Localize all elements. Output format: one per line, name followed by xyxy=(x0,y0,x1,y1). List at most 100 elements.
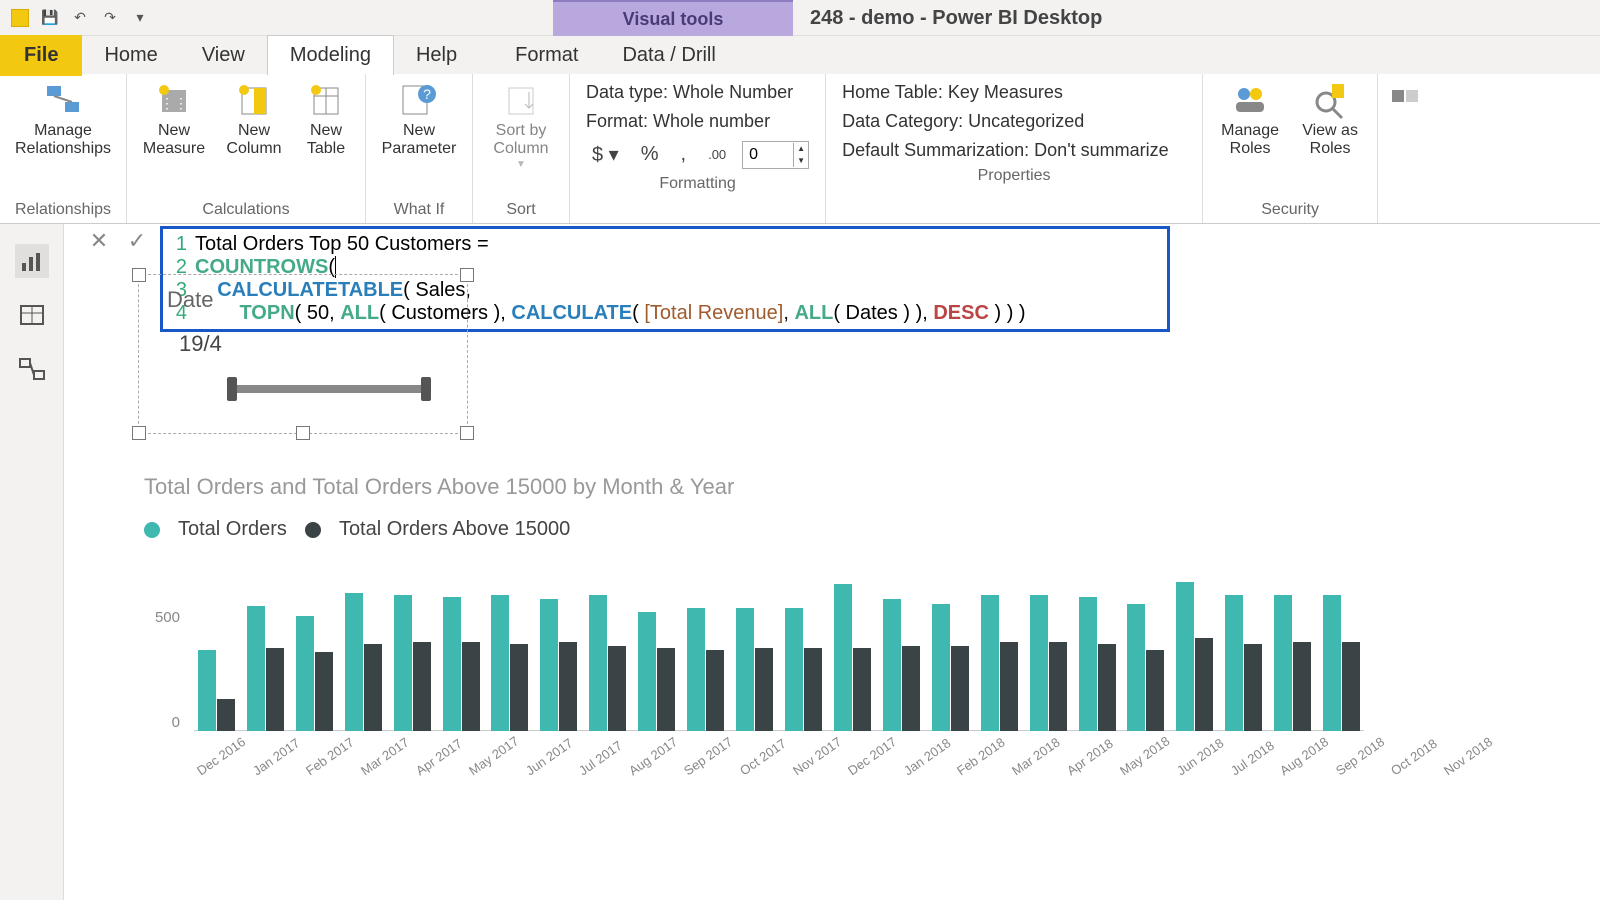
default-summarization-dropdown[interactable]: Default Summarization: Don't summarize xyxy=(842,140,1186,161)
contextual-tab-visual-tools[interactable]: Visual tools xyxy=(553,0,793,36)
bar-group[interactable] xyxy=(928,604,973,732)
resize-handle[interactable] xyxy=(460,426,474,440)
bar-series-1[interactable] xyxy=(638,612,656,731)
tab-help[interactable]: Help xyxy=(394,36,479,75)
redo-button[interactable]: ↷ xyxy=(98,6,122,30)
bar-group[interactable] xyxy=(585,595,630,731)
decimals-up[interactable]: ▲ xyxy=(793,143,808,155)
tab-home[interactable]: Home xyxy=(82,36,179,75)
bar-series-1[interactable] xyxy=(589,595,607,731)
new-table-button[interactable]: New Table xyxy=(295,78,357,161)
bar-chart-visual[interactable]: Total Orders and Total Orders Above 1500… xyxy=(144,474,1364,761)
data-view-button[interactable] xyxy=(15,298,49,332)
new-measure-button[interactable]: ⋮⋮ New Measure xyxy=(135,78,213,161)
bar-series-2[interactable] xyxy=(413,642,431,731)
bar-group[interactable] xyxy=(634,612,679,731)
bar-series-1[interactable] xyxy=(981,595,999,731)
bar-series-1[interactable] xyxy=(834,584,852,731)
bar-series-1[interactable] xyxy=(1225,595,1243,731)
bar-group[interactable] xyxy=(194,650,239,731)
bar-series-2[interactable] xyxy=(462,642,480,731)
qat-dropdown[interactable]: ▾ xyxy=(128,6,152,30)
bar-group[interactable] xyxy=(292,616,337,731)
resize-handle[interactable] xyxy=(132,426,146,440)
new-parameter-button[interactable]: ? New Parameter xyxy=(374,78,464,161)
bar-group[interactable] xyxy=(439,597,484,731)
bar-series-2[interactable] xyxy=(559,642,577,731)
slider-handle-start[interactable] xyxy=(227,377,237,401)
bar-series-2[interactable] xyxy=(266,648,284,731)
bar-series-1[interactable] xyxy=(296,616,314,731)
bar-series-1[interactable] xyxy=(883,599,901,731)
tab-data-drill[interactable]: Data / Drill xyxy=(600,36,737,75)
bar-series-1[interactable] xyxy=(1274,595,1292,731)
bar-series-1[interactable] xyxy=(443,597,461,731)
bar-series-2[interactable] xyxy=(315,652,333,731)
bar-series-2[interactable] xyxy=(1049,642,1067,731)
bar-series-1[interactable] xyxy=(1030,595,1048,731)
bar-series-2[interactable] xyxy=(657,648,675,731)
data-type-dropdown[interactable]: Data type: Whole Number xyxy=(586,82,809,103)
slicer-slider[interactable] xyxy=(229,385,429,393)
bar-series-2[interactable] xyxy=(1293,642,1311,731)
bar-series-2[interactable] xyxy=(706,650,724,731)
bar-series-2[interactable] xyxy=(853,648,871,731)
bar-group[interactable] xyxy=(243,606,288,731)
bar-series-1[interactable] xyxy=(247,606,265,731)
bar-series-2[interactable] xyxy=(804,648,822,731)
bar-group[interactable] xyxy=(341,593,386,731)
resize-handle[interactable] xyxy=(460,268,474,282)
bar-series-1[interactable] xyxy=(1079,597,1097,731)
format-dropdown[interactable]: Format: Whole number xyxy=(586,111,809,132)
sort-by-column-button[interactable]: Sort by Column ▼ xyxy=(481,78,561,172)
bar-group[interactable] xyxy=(1075,597,1120,731)
bar-group[interactable] xyxy=(830,584,875,731)
bar-series-1[interactable] xyxy=(736,608,754,731)
tab-format[interactable]: Format xyxy=(493,36,600,75)
model-view-button[interactable] xyxy=(15,352,49,386)
percent-button[interactable]: % xyxy=(635,141,665,168)
bar-group[interactable] xyxy=(1319,595,1364,731)
new-group-button[interactable] xyxy=(1386,78,1426,124)
bar-group[interactable] xyxy=(879,599,924,731)
resize-handle[interactable] xyxy=(132,268,146,282)
report-view-button[interactable] xyxy=(15,244,49,278)
bar-series-1[interactable] xyxy=(1323,595,1341,731)
bar-group[interactable] xyxy=(1270,595,1315,731)
bar-series-2[interactable] xyxy=(755,648,773,731)
thousands-button[interactable]: , xyxy=(675,141,693,168)
manage-roles-button[interactable]: Manage Roles xyxy=(1211,78,1289,161)
tab-modeling[interactable]: Modeling xyxy=(267,35,394,75)
bar-group[interactable] xyxy=(1026,595,1071,731)
bar-series-1[interactable] xyxy=(345,593,363,731)
bar-group[interactable] xyxy=(1172,582,1217,731)
bar-group[interactable] xyxy=(488,595,533,731)
bar-series-1[interactable] xyxy=(1176,582,1194,731)
bar-group[interactable] xyxy=(536,599,581,731)
decimal-places-input[interactable]: ▲▼ xyxy=(742,141,809,169)
bar-series-2[interactable] xyxy=(510,644,528,731)
bar-series-1[interactable] xyxy=(785,608,803,731)
decimal-places-field[interactable] xyxy=(743,142,793,168)
resize-handle[interactable] xyxy=(296,426,310,440)
decimals-down[interactable]: ▼ xyxy=(793,155,808,167)
bar-series-1[interactable] xyxy=(491,595,509,731)
date-slicer-visual[interactable]: Date 19/4 xyxy=(138,274,468,434)
bar-series-2[interactable] xyxy=(1195,638,1213,732)
bar-group[interactable] xyxy=(1221,595,1266,731)
bar-series-1[interactable] xyxy=(932,604,950,732)
formula-cancel-button[interactable]: ✕ xyxy=(84,226,114,256)
tab-view[interactable]: View xyxy=(180,36,267,75)
bar-series-2[interactable] xyxy=(608,646,626,731)
bar-series-1[interactable] xyxy=(540,599,558,731)
bar-group[interactable] xyxy=(977,595,1022,731)
bar-series-1[interactable] xyxy=(198,650,216,731)
bar-group[interactable] xyxy=(1124,604,1169,732)
bar-series-2[interactable] xyxy=(217,699,235,731)
undo-button[interactable]: ↶ xyxy=(68,6,92,30)
currency-button[interactable]: $ ▾ xyxy=(586,140,625,169)
bar-series-2[interactable] xyxy=(364,644,382,731)
bar-series-2[interactable] xyxy=(902,646,920,731)
bar-group[interactable] xyxy=(683,608,728,731)
bar-series-2[interactable] xyxy=(1146,650,1164,731)
